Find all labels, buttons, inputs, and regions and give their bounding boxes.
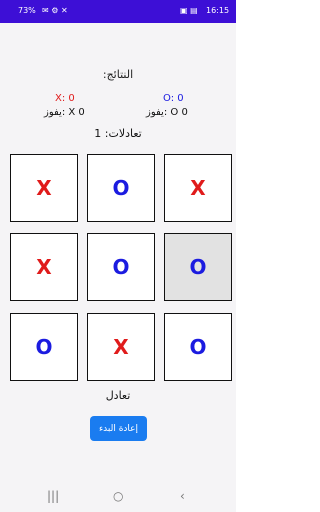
board-cell[interactable]: X [87, 313, 155, 381]
scores-title: النتائج: [102, 68, 134, 81]
board-cell[interactable]: X [10, 233, 78, 301]
notification-icons: ✉ ⚙ ✕ [42, 6, 68, 15]
status-bar: 73% ✉ ⚙ ✕ ▣ ▤ 16:15 [0, 0, 236, 23]
board-cell[interactable]: O [87, 154, 155, 222]
board-cell[interactable]: O [164, 313, 232, 381]
board-cell[interactable]: X [10, 154, 78, 222]
restart-button[interactable]: إعادة البدء [90, 416, 147, 441]
board-cell[interactable]: O [164, 233, 232, 301]
system-icons: ▣ ▤ [180, 6, 198, 15]
wins-x: يفوز: X 0 [44, 107, 85, 118]
clock: 16:15 [206, 6, 230, 15]
recent-apps-icon[interactable]: ||| [47, 489, 59, 503]
score-o: O: 0 [163, 93, 184, 104]
board-cell[interactable]: O [10, 313, 78, 381]
score-x: X: 0 [55, 93, 75, 104]
wins-o: يفوز: O 0 [146, 107, 188, 118]
board-cell[interactable]: X [164, 154, 232, 222]
board-cell[interactable]: O [87, 233, 155, 301]
navigation-bar: ||| ○ ‹ [0, 485, 236, 512]
home-icon[interactable]: ○ [113, 489, 123, 503]
game-result: تعادل [105, 389, 131, 402]
back-icon[interactable]: ‹ [180, 489, 185, 503]
battery-indicator: 73% [18, 6, 36, 15]
ties-count: تعادلات: 1 [94, 127, 142, 140]
